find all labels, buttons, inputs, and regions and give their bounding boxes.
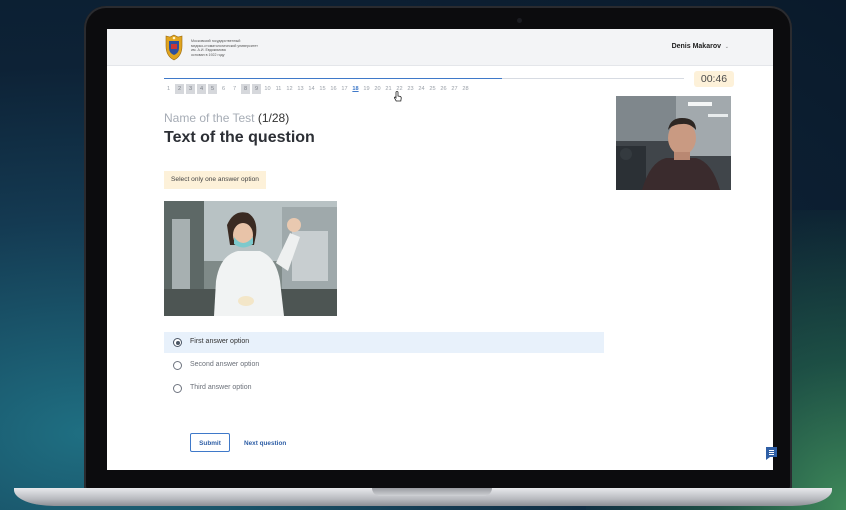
answer-list: First answer option Second answer option… — [164, 332, 604, 401]
question-number[interactable]: 27 — [450, 84, 459, 94]
radio-button[interactable] — [173, 384, 182, 393]
timer: 00:46 — [694, 71, 734, 87]
university-emblem-icon — [165, 34, 183, 61]
question-number[interactable]: 6 — [219, 84, 228, 94]
user-menu-name[interactable]: Denis Makarov — [672, 43, 721, 50]
radio-button[interactable] — [173, 361, 182, 370]
answer-option[interactable]: Second answer option — [164, 355, 604, 376]
chevron-down-icon[interactable]: ⌄ — [725, 44, 729, 50]
question-number[interactable]: 7 — [230, 84, 239, 94]
question-number[interactable]: 14 — [307, 84, 316, 94]
question-number[interactable]: 21 — [384, 84, 393, 94]
answer-label: Third answer option — [190, 384, 252, 391]
app-header: Московский государственный медико-стомат… — [107, 29, 773, 66]
progress-fill — [164, 77, 502, 79]
question-number[interactable]: 12 — [285, 84, 294, 94]
radio-button[interactable] — [173, 338, 182, 347]
question-number[interactable]: 18 — [351, 84, 360, 94]
question-number[interactable]: 20 — [373, 84, 382, 94]
webcam-feed — [616, 96, 731, 190]
question-number[interactable]: 8 — [241, 84, 250, 94]
answer-option[interactable]: First answer option — [164, 332, 604, 353]
question-number[interactable]: 16 — [329, 84, 338, 94]
camera-dot-icon — [517, 18, 522, 23]
app-screen: Московский государственный медико-стомат… — [107, 29, 773, 470]
laptop-notch — [372, 488, 492, 496]
answer-label: First answer option — [190, 338, 250, 345]
question-number[interactable]: 28 — [461, 84, 470, 94]
test-name: Name of the Test — [164, 111, 255, 125]
question-number[interactable]: 24 — [417, 84, 426, 94]
question-number[interactable]: 4 — [197, 84, 206, 94]
question-number[interactable]: 17 — [340, 84, 349, 94]
question-number[interactable]: 19 — [362, 84, 371, 94]
chat-icon[interactable] — [765, 446, 778, 461]
test-count: (1/28) — [257, 111, 290, 125]
question-number[interactable]: 10 — [263, 84, 272, 94]
question-number[interactable]: 2 — [175, 84, 184, 94]
submit-button[interactable]: Submit — [190, 433, 230, 452]
question-number[interactable]: 3 — [186, 84, 195, 94]
answer-option[interactable]: Third answer option — [164, 378, 604, 399]
question-number[interactable]: 1 — [164, 84, 173, 94]
question-navigation: 1 2 3 4 5 6 7 8 9 10 11 12 13 14 15 16 17 18 19 20 21 22 23 24 2… — [164, 84, 470, 96]
org-name: Московский государственный медико-стомат… — [191, 39, 281, 57]
question-number[interactable]: 11 — [274, 84, 283, 94]
question-number[interactable]: 13 — [296, 84, 305, 94]
question-number[interactable]: 25 — [428, 84, 437, 94]
question-image — [164, 201, 337, 316]
hand-cursor-icon — [394, 91, 402, 102]
next-question-link[interactable]: Next question — [244, 440, 286, 447]
question-number[interactable]: 9 — [252, 84, 261, 94]
test-title: Name of the Test (1/28) — [164, 111, 289, 125]
org-line: основан в 1922 году — [191, 52, 225, 57]
instruction-hint: Select only one answer option — [164, 171, 266, 189]
question-number[interactable]: 5 — [208, 84, 217, 94]
question-number[interactable]: 26 — [439, 84, 448, 94]
answer-label: Second answer option — [190, 361, 260, 368]
question-number[interactable]: 23 — [406, 84, 415, 94]
question-text: Text of the question — [164, 129, 315, 146]
question-number[interactable]: 15 — [318, 84, 327, 94]
